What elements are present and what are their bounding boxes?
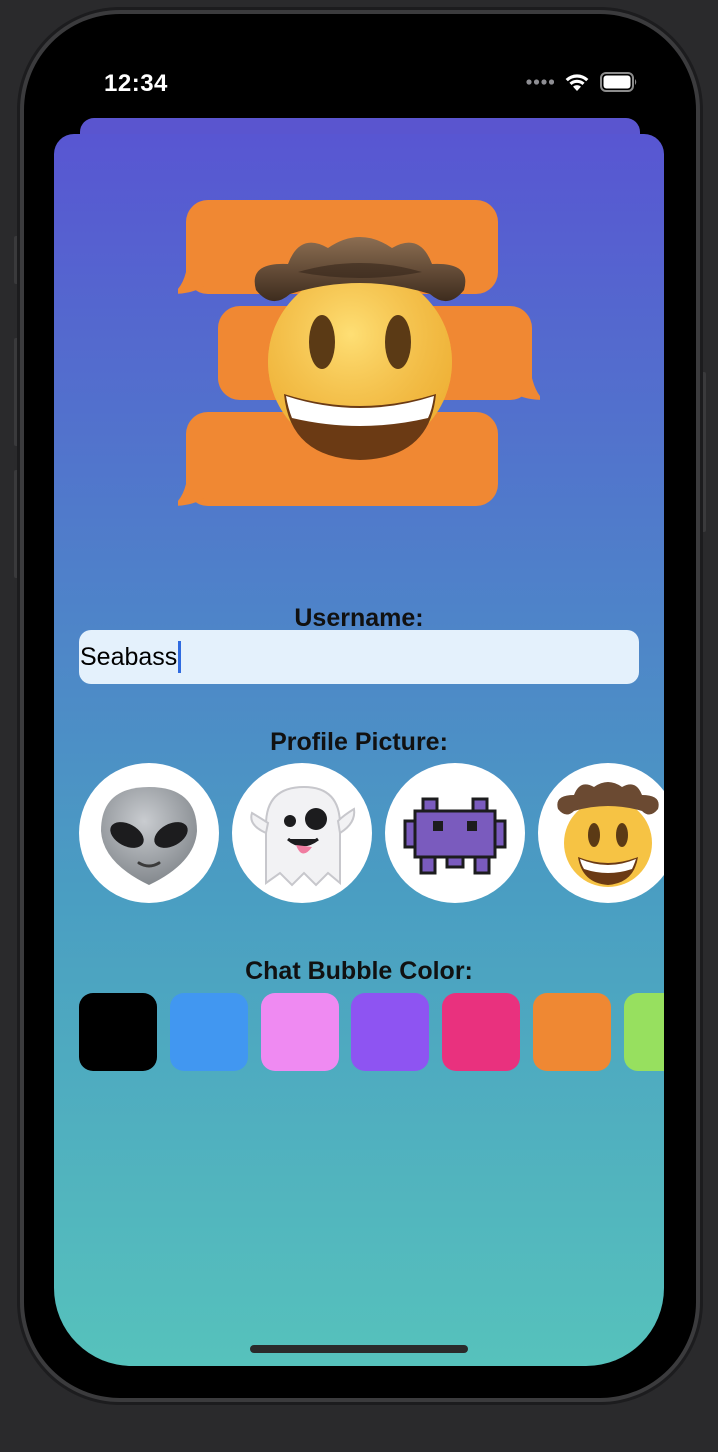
username-value: Seabass xyxy=(80,642,178,671)
username-label: Username: xyxy=(294,604,424,632)
avatar-option-ghost[interactable] xyxy=(232,763,372,903)
avatar-option-alien-monster[interactable] xyxy=(385,763,525,903)
color-swatch-purple[interactable] xyxy=(351,993,429,1071)
color-swatch-magenta[interactable] xyxy=(442,993,520,1071)
color-swatch-black[interactable] xyxy=(79,993,157,1071)
avatar-option-cowboy[interactable] xyxy=(538,763,664,903)
cowboy-hat-face-icon xyxy=(557,782,659,887)
alien-icon xyxy=(101,787,197,885)
phone-frame: 12:34 Username: Seabass Profile Picture:… xyxy=(24,14,696,1398)
mute-switch xyxy=(14,236,24,284)
battery-icon xyxy=(600,72,637,92)
color-swatch-green[interactable] xyxy=(624,993,664,1071)
home-indicator[interactable] xyxy=(250,1345,468,1353)
profile-picture-picker[interactable] xyxy=(79,763,664,903)
wifi-icon xyxy=(565,74,589,91)
text-cursor xyxy=(178,641,182,673)
volume-down-button xyxy=(14,470,24,578)
avatar-option-alien[interactable] xyxy=(79,763,219,903)
color-swatch-orange[interactable] xyxy=(533,993,611,1071)
color-swatch-pink[interactable] xyxy=(261,993,339,1071)
settings-sheet: Username: Seabass Profile Picture: Chat … xyxy=(54,134,664,1366)
color-swatch-blue[interactable] xyxy=(170,993,248,1071)
alien-monster-icon xyxy=(403,797,507,875)
status-icons xyxy=(526,72,638,92)
username-input[interactable]: Seabass xyxy=(79,630,639,684)
simulator-canvas: 12:34 Username: Seabass Profile Picture:… xyxy=(0,0,718,1452)
status-time: 12:34 xyxy=(104,70,168,97)
ghost-icon xyxy=(250,785,356,887)
chat-bubble-color-picker[interactable] xyxy=(79,993,664,1071)
power-button xyxy=(696,372,706,532)
signal-dots-icon xyxy=(526,79,554,85)
status-bar: 12:34 xyxy=(24,14,696,124)
profile-picture-label: Profile Picture: xyxy=(270,728,448,756)
app-logo xyxy=(178,200,540,506)
volume-up-button xyxy=(14,338,24,446)
chat-bubble-color-label: Chat Bubble Color: xyxy=(245,957,473,985)
